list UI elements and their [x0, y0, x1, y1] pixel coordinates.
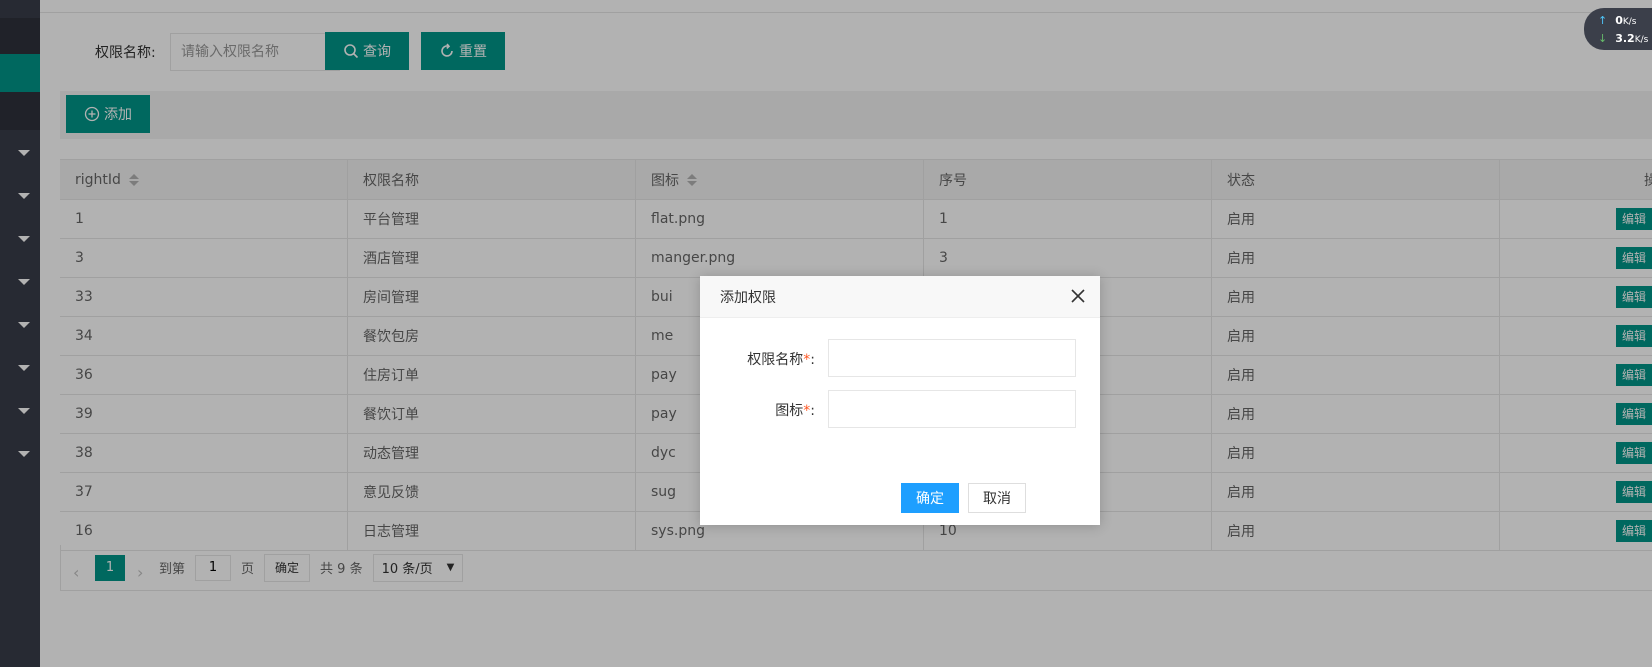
dialog-header: 添加权限	[700, 276, 1100, 318]
download-unit: K/s	[1634, 35, 1649, 45]
upload-unit: K/s	[1622, 17, 1637, 27]
download-value: 3.2	[1615, 32, 1635, 45]
upload-speed: ↑ 0K/s	[1598, 14, 1637, 27]
download-speed: ↓ 3.2K/s	[1598, 32, 1648, 45]
network-speed-widget: ↑ 0K/s ↓ 3.2K/s	[1584, 8, 1652, 50]
dialog-title: 添加权限	[720, 289, 776, 306]
add-permission-dialog: 添加权限 权限名称*: 图标*: 确定 取消	[700, 276, 1100, 525]
dialog-cancel-button[interactable]: 取消	[968, 483, 1026, 513]
form-row-icon: 图标*:	[700, 390, 1100, 428]
upload-value: 0	[1615, 14, 1623, 27]
icon-field-label: 图标*:	[775, 403, 815, 419]
arrow-down-icon: ↓	[1598, 32, 1608, 45]
icon-input[interactable]	[828, 390, 1076, 428]
dialog-confirm-button[interactable]: 确定	[901, 483, 959, 513]
form-row-name: 权限名称*:	[700, 339, 1100, 377]
arrow-up-icon: ↑	[1598, 14, 1608, 27]
name-field-label: 权限名称*:	[747, 352, 815, 368]
close-icon[interactable]	[1070, 288, 1086, 304]
permission-name-input[interactable]	[828, 339, 1076, 377]
